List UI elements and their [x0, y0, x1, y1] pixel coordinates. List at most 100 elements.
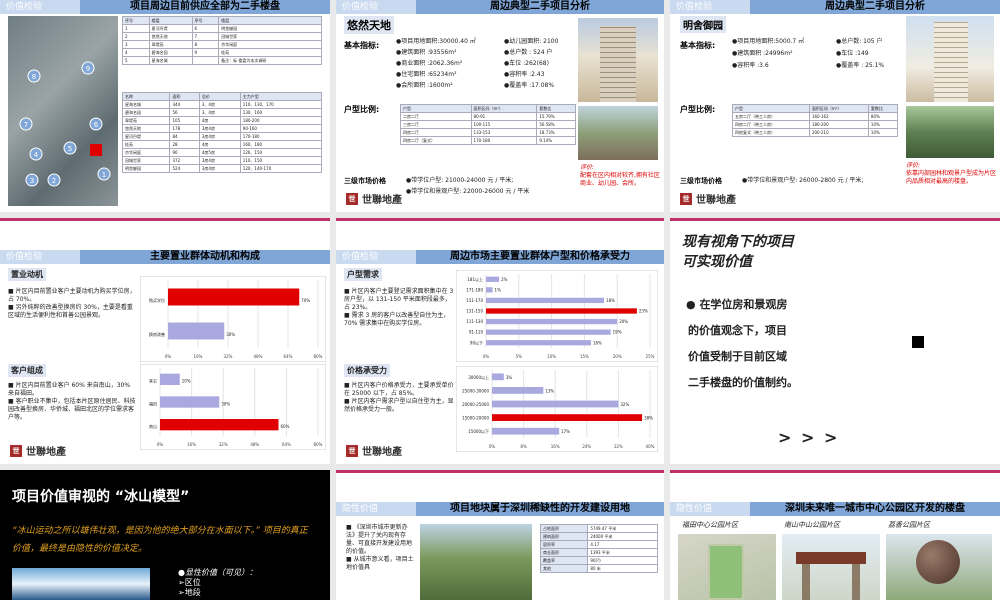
- park-photo-nanshan: [782, 534, 880, 600]
- table-header-cell: 名称: [121, 92, 171, 101]
- table-cell: 容积率: [539, 540, 589, 549]
- table-cell: 120、140-170: [239, 164, 323, 173]
- slide-3[interactable]: 价值检验 周边典型二手项目分析 明舍御园 基本指标: ●项目用地面积:5000.7…: [670, 0, 1000, 212]
- table-cell: 344: [169, 100, 200, 109]
- slide-1[interactable]: 价值检验 项目周边目前供应全部为二手楼盘 897645321 序号 楼盘 序号 楼盘 1 星…: [0, 0, 330, 212]
- data-label: 13%: [545, 388, 554, 393]
- data-label: 16%: [593, 340, 602, 345]
- review: 评价: 依靠内部园林和观景户型成为片区内品质相对最高的楼盘。: [906, 162, 996, 186]
- tick-label: 48%: [250, 442, 259, 447]
- unit-demand-text: ■ 片区内客户主要登记需求面积集中在 3 房户型，以 131-150 平米面积段…: [344, 288, 456, 328]
- review-label: 评价:: [906, 162, 921, 169]
- quote: “冰山运动之所以雄伟壮观，是因为他的绝大部分在水面以下。” 项目的真正价值，最终…: [12, 526, 308, 554]
- bullet-item: ■ 片区内客户主要登记需求面积集中在 3 房户型，以 131-150 平米面积段…: [344, 288, 454, 311]
- header-title: 项目周边目前供应全部为二手楼盘: [80, 0, 330, 14]
- slide-header: 价值检验 周边市场主要置业群体户型和价格承受力: [336, 250, 664, 264]
- land-table: 占地面积 5749.47 平米 建筑面积 24000 平米 容积率 4.17 商业面积 139…: [539, 524, 658, 573]
- bullet-item: ■ 客户职业不集中，包括本片区原住居民、科技园改善型换房、华侨城、福田北区的学位…: [8, 398, 136, 421]
- accent-line: [670, 218, 1000, 221]
- unit-demand-chart: 0% 5% 10% 15% 20% 25% 181以上 2% 171-180 1% 151-170 1…: [456, 270, 658, 362]
- bar: [486, 340, 591, 346]
- tick-label: 8%: [520, 444, 527, 449]
- table-row: 2 悠然天地 7 冠城世家: [122, 32, 322, 41]
- slide-grid: 价值检验 项目周边目前供应全部为二手楼盘 897645321 序号 楼盘 序号 楼盘 1 星…: [0, 0, 1000, 600]
- bar: [492, 373, 504, 381]
- body-line-1: ● 在学位房和景观房: [686, 298, 788, 311]
- map-marker-label: 7: [24, 121, 28, 129]
- table-header-cell: 面积区间（m²）: [808, 104, 869, 113]
- right-metrics: ●幼儿园面积: 2100 ●总户数 : 524 户 ●车位 :262(68) ●容积率…: [504, 36, 584, 91]
- park-photo-futian: [678, 534, 776, 600]
- tick-label: 0%: [157, 442, 164, 447]
- bullet-item: ■ 另外纯粹的改善型换房约 30%，主要是看重区域的生活便利性和首善公园景观。: [8, 304, 133, 319]
- table-row: 四房二厅（带工人房） 180-200 10%: [732, 120, 899, 129]
- slide-2[interactable]: 价值检验 周边典型二手项目分析 悠然天地 基本指标: ●项目用地面积:30000.…: [336, 0, 664, 212]
- table-row: 翠堤苑 105 4房 180-200: [121, 116, 323, 125]
- accent-line: [336, 218, 664, 221]
- street-photo: [578, 106, 658, 160]
- slide-header: 价值检验 主要置业群体动机和构成: [0, 250, 330, 264]
- bullet-item: ■ 片区内目前置业客户 60% 来自南山，30% 来自福田。: [8, 382, 131, 397]
- table-row: 四房复式（带工人房） 200-210 10%: [732, 128, 899, 137]
- bar: [492, 387, 544, 394]
- table-cell: 四房二厅: [400, 128, 472, 137]
- slide-5[interactable]: 价值检验 周边市场主要置业群体户型和价格承受力 户型需求 ■ 片区内客户主要登记需…: [336, 218, 664, 464]
- map-marker-label: 2: [52, 177, 56, 185]
- slide-7[interactable]: 项目价值审视的 “冰山模型” “冰山运动之所以雄伟壮观，是因为他的绝大部分在水面…: [0, 470, 330, 600]
- slide-6[interactable]: 现有视角下的项目 可实现价值 ● 在学位房和景观房 的价值观念下，项目 价值受制…: [670, 218, 1000, 464]
- table-cell: 悠然天地: [121, 124, 171, 133]
- table-cell: 170-180: [470, 136, 538, 145]
- table-cell: 覆盖率: [539, 556, 589, 565]
- bar: [486, 308, 637, 314]
- table-header-row: 户型 面积区间（m²） 套数比: [732, 104, 899, 113]
- header-title: 周边典型二手项目分析: [416, 0, 664, 14]
- map-marker-label: 6: [94, 121, 99, 129]
- table-cell: 90-160: [239, 124, 323, 133]
- table-cell: 悠然天地: [148, 32, 193, 41]
- bullet-item: ●建筑面积 :24996m²: [732, 50, 793, 57]
- tick-label: 32%: [614, 444, 623, 449]
- bar: [160, 419, 279, 431]
- slide-header: 价值检验 周边典型二手项目分析: [670, 0, 1000, 14]
- table-row: 3 翠堤苑 8 京华闲庭: [122, 40, 322, 49]
- table-cell: 4房: [198, 140, 241, 149]
- price-items: ●带学位户型: 21000-24000 元 / 平米; ●带学位和景观户型: 22…: [406, 175, 576, 197]
- visible-value-label: ●显性价值（可见）：: [178, 568, 257, 577]
- table-cell: 178: [169, 124, 200, 133]
- table-row: 四房二厅（复式） 170-180 9.14%: [400, 136, 576, 145]
- bullet-item: ●总户数: 105 户: [836, 38, 883, 45]
- project-name: 明舍御园: [680, 16, 726, 33]
- table-cell: 5749.47 平米: [587, 524, 658, 533]
- slide-8[interactable]: 隐性价值 项目地块属于深圳稀缺性的开发建设用地 ■ 《深圳市城市更新办法》提升了关…: [336, 470, 664, 600]
- tick-label: 80%: [314, 354, 323, 359]
- company-logo: 世世聯地產: [346, 443, 402, 458]
- table-header-cell: 面积: [169, 92, 200, 101]
- header-tag: 价值检验: [0, 0, 80, 14]
- tick-label: 15%: [580, 354, 589, 359]
- slide-4[interactable]: 价值检验 主要置业群体动机和构成 置业动机 ■ 片区内目前置业客户主要动机为购买学…: [0, 218, 330, 464]
- slide-9[interactable]: 隐性价值 深圳未来唯一城市中心公园区开发的楼盘 福田中心公园片区 南山中山公园片区…: [670, 470, 1000, 600]
- bar: [168, 288, 300, 306]
- data-label: 38%: [644, 416, 653, 421]
- next-arrows[interactable]: > > >: [778, 428, 839, 447]
- table-cell: 3房4房: [198, 124, 241, 133]
- map-marker-label: 4: [34, 151, 39, 159]
- table-cell: 星河丹堤: [148, 24, 193, 33]
- logo-mark: 世: [10, 444, 22, 457]
- table-cell: 翠堤苑: [121, 116, 171, 125]
- table-row: 碧海名园 56 3、4房 130、160: [121, 108, 323, 117]
- category-label: 171-180: [466, 287, 483, 292]
- slide-title: 项目价值审视的 “冰山模型”: [12, 489, 190, 505]
- bullet-item: ●幼儿园面积: 2100: [504, 38, 559, 45]
- table-header-cell: 序号: [122, 16, 150, 25]
- tick-label: 25%: [646, 354, 655, 359]
- heading-line-1: 现有视角下的项目: [682, 234, 794, 250]
- category-label: 25000-30000: [462, 388, 489, 393]
- section-unit-demand: 户型需求: [344, 268, 382, 281]
- table-row: 五房二厅（带工人房） 160-162 80%: [732, 112, 899, 121]
- bar: [486, 276, 500, 282]
- table-cell: 130、160: [239, 108, 323, 117]
- table-cell: 星河丹堤: [121, 132, 171, 141]
- slide-header: 价值检验 项目周边目前供应全部为二手楼盘: [0, 0, 330, 14]
- table-cell: 三房二厅: [400, 120, 472, 129]
